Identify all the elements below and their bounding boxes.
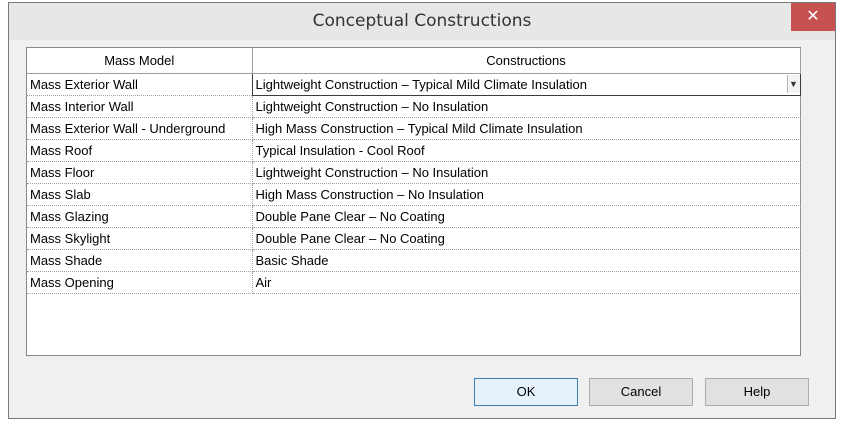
construction-cell[interactable]: High Mass Construction – Typical Mild Cl… xyxy=(252,117,801,140)
construction-cell[interactable]: Lightweight Construction – No Insulation xyxy=(252,161,801,184)
construction-cell[interactable]: Typical Insulation - Cool Roof xyxy=(252,139,801,162)
construction-dropdown[interactable]: Lightweight Construction – Typical Mild … xyxy=(251,73,801,96)
table-row[interactable]: Mass Slab High Mass Construction – No In… xyxy=(27,183,801,206)
construction-cell[interactable]: Basic Shade xyxy=(252,249,801,272)
conceptual-constructions-dialog: Conceptual Constructions ✕ Mass Model Co… xyxy=(8,2,836,419)
dialog-title: Conceptual Constructions xyxy=(312,11,532,31)
construction-cell[interactable]: Air xyxy=(252,271,801,294)
table-header-row: Mass Model Constructions xyxy=(27,48,801,74)
table-row[interactable]: Mass Shade Basic Shade xyxy=(27,249,801,272)
mass-model-cell[interactable]: Mass Floor xyxy=(27,161,253,184)
constructions-table: Mass Model Constructions Mass Exterior W… xyxy=(27,48,801,294)
table-row[interactable]: Mass Skylight Double Pane Clear – No Coa… xyxy=(27,227,801,250)
construction-cell[interactable]: Double Pane Clear – No Coating xyxy=(252,227,801,250)
ok-button[interactable]: OK xyxy=(474,378,578,406)
mass-model-cell[interactable]: Mass Exterior Wall - Underground xyxy=(27,117,253,140)
column-header-constructions: Constructions xyxy=(252,48,801,74)
table-row[interactable]: Mass Exterior Wall Lightweight Construct… xyxy=(27,73,801,96)
construction-value: Lightweight Construction – Typical Mild … xyxy=(255,77,587,92)
table-row[interactable]: Mass Opening Air xyxy=(27,271,801,294)
mass-model-cell[interactable]: Mass Opening xyxy=(27,271,253,294)
table-row[interactable]: Mass Glazing Double Pane Clear – No Coat… xyxy=(27,205,801,228)
table-row[interactable]: Mass Floor Lightweight Construction – No… xyxy=(27,161,801,184)
construction-cell[interactable]: Lightweight Construction – No Insulation xyxy=(252,95,801,118)
chevron-down-icon[interactable]: ▼ xyxy=(786,75,799,93)
mass-model-cell[interactable]: Mass Skylight xyxy=(27,227,253,250)
table-row[interactable]: Mass Roof Typical Insulation - Cool Roof xyxy=(27,139,801,162)
close-icon: ✕ xyxy=(806,8,820,25)
column-header-mass-model: Mass Model xyxy=(27,48,253,74)
constructions-grid: Mass Model Constructions Mass Exterior W… xyxy=(26,47,801,356)
title-bar[interactable]: Conceptual Constructions ✕ xyxy=(9,3,835,40)
help-button[interactable]: Help xyxy=(705,378,809,406)
construction-cell[interactable]: High Mass Construction – No Insulation xyxy=(252,183,801,206)
mass-model-cell[interactable]: Mass Slab xyxy=(27,183,253,206)
mass-model-cell[interactable]: Mass Exterior Wall xyxy=(27,73,253,96)
table-row[interactable]: Mass Exterior Wall - Underground High Ma… xyxy=(27,117,801,140)
mass-model-cell[interactable]: Mass Interior Wall xyxy=(27,95,253,118)
mass-model-cell[interactable]: Mass Roof xyxy=(27,139,253,162)
cancel-button[interactable]: Cancel xyxy=(589,378,693,406)
construction-cell[interactable]: Double Pane Clear – No Coating xyxy=(252,205,801,228)
close-button[interactable]: ✕ xyxy=(791,3,835,31)
mass-model-cell[interactable]: Mass Glazing xyxy=(27,205,253,228)
table-row[interactable]: Mass Interior Wall Lightweight Construct… xyxy=(27,95,801,118)
mass-model-cell[interactable]: Mass Shade xyxy=(27,249,253,272)
